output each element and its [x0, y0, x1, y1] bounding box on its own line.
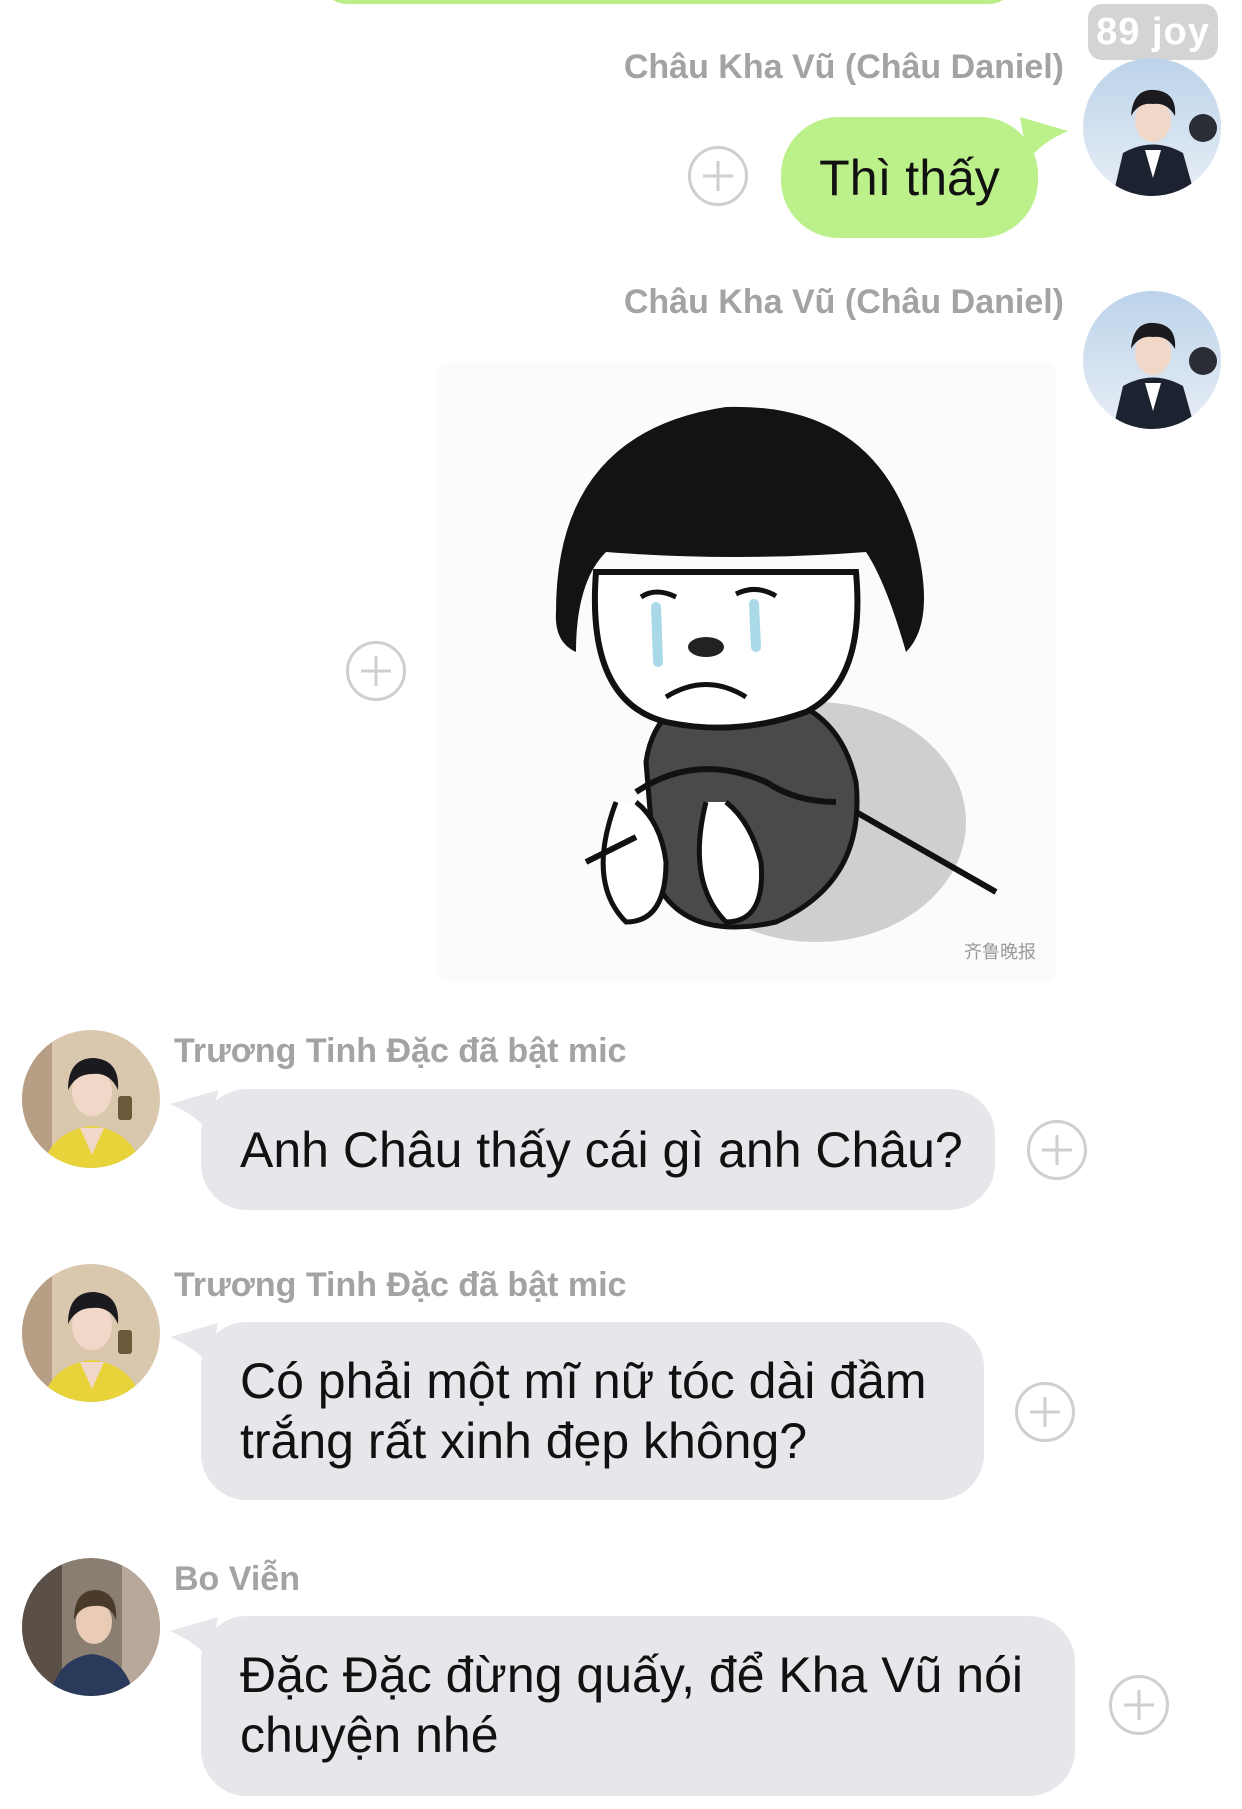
message-text: Thì thấy — [819, 149, 1000, 206]
sender-name: Châu Kha Vũ (Châu Daniel) — [623, 48, 1064, 86]
message-text-line: chuyện nhé — [240, 1707, 499, 1763]
avatar[interactable] — [22, 1264, 160, 1402]
message-bubble[interactable]: Có phải một mĩ nữ tóc dài đầm trắng rất … — [201, 1322, 984, 1500]
avatar[interactable] — [22, 1558, 160, 1696]
sticker-watermark: 齐鲁晚报 — [964, 942, 1036, 963]
avatar[interactable] — [22, 1030, 160, 1168]
message-bubble[interactable]: Anh Châu thấy cái gì anh Châu? — [201, 1089, 995, 1210]
sender-name: Trương Tinh Đặc đã bật mic — [174, 1266, 627, 1304]
message-text-line: Đặc Đặc đừng quấy, để Kha Vũ nói — [240, 1647, 1024, 1703]
previous-message-bubble-edge — [318, 0, 1018, 4]
crying-boy-sticker-icon — [555, 406, 998, 942]
message-bubble[interactable]: Thì thấy — [781, 117, 1038, 238]
bubble-tail — [1020, 117, 1068, 161]
avatar[interactable] — [1083, 291, 1221, 429]
add-reaction-button[interactable] — [688, 146, 748, 206]
add-reaction-button[interactable] — [1027, 1120, 1087, 1180]
message-bubble[interactable]: Đặc Đặc đừng quấy, để Kha Vũ nói chuyện … — [201, 1616, 1075, 1796]
add-reaction-button[interactable] — [1015, 1382, 1075, 1442]
sender-name: Trương Tinh Đặc đã bật mic — [174, 1032, 627, 1070]
sender-name: Bo Viễn — [174, 1560, 300, 1598]
message-text-line: trắng rất xinh đẹp không? — [240, 1413, 808, 1469]
message-text: Anh Châu thấy cái gì anh Châu? — [240, 1121, 963, 1178]
sender-name: Châu Kha Vũ (Châu Daniel) — [623, 283, 1064, 321]
sticker-image[interactable]: 齐鲁晚报 — [436, 362, 1056, 982]
avatar[interactable] — [1083, 58, 1221, 196]
add-reaction-button[interactable] — [1109, 1675, 1169, 1735]
joy-badge: 89 joy — [1088, 4, 1218, 60]
add-reaction-button[interactable] — [346, 641, 406, 701]
message-text-line: Có phải một mĩ nữ tóc dài đầm — [240, 1353, 927, 1409]
